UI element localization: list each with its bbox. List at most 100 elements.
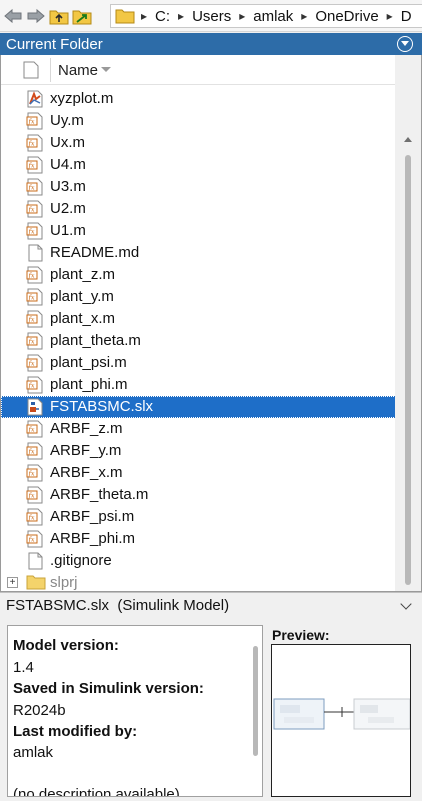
browse-folder-icon[interactable] (72, 6, 92, 26)
breadcrumb-drive[interactable]: C: (149, 8, 176, 25)
file-row[interactable]: fx ARBF_phi.m (1, 528, 396, 550)
file-name: ARBF_phi.m (50, 530, 136, 547)
file-name: FSTABSMC.slx (50, 398, 154, 415)
function-file-icon: fx (26, 530, 44, 548)
file-row[interactable]: .gitignore (1, 550, 396, 572)
function-file-icon: fx (26, 486, 44, 504)
file-name: plant_phi.m (50, 376, 128, 393)
info-scrollbar-thumb[interactable] (253, 646, 258, 756)
svg-text:fx: fx (28, 228, 35, 236)
file-row[interactable]: fx ARBF_x.m (1, 462, 396, 484)
function-file-icon: fx (26, 376, 44, 394)
vertical-scrollbar[interactable] (395, 55, 421, 591)
file-type-column-icon[interactable] (23, 61, 39, 84)
details-header[interactable]: FSTABSMC.slx (Simulink Model) (0, 592, 422, 618)
model-preview-diagram (273, 698, 411, 730)
file-row[interactable]: fx plant_phi.m (1, 374, 396, 396)
folder-row[interactable]: + slprj (1, 572, 396, 591)
file-row[interactable]: fx ARBF_theta.m (1, 484, 396, 506)
sort-caret-icon[interactable] (101, 67, 111, 72)
file-row[interactable]: fx ARBF_psi.m (1, 506, 396, 528)
file-row[interactable]: fx U1.m (1, 220, 396, 242)
file-name: README.md (50, 244, 140, 261)
file-name: ARBF_z.m (50, 420, 123, 437)
function-file-icon: fx (26, 420, 44, 438)
breadcrumb-user[interactable]: amlak (247, 8, 299, 25)
chevron-down-icon[interactable] (400, 598, 412, 610)
breadcrumb-next[interactable]: D (395, 8, 418, 25)
scrollbar-thumb[interactable] (405, 155, 411, 585)
file-name: ARBF_y.m (50, 442, 122, 459)
file-name: xyzplot.m (50, 90, 114, 107)
up-folder-icon[interactable] (49, 6, 69, 26)
scroll-up-icon[interactable] (404, 137, 412, 142)
file-name: Uy.m (50, 112, 84, 129)
file-row[interactable]: xyzplot.m (1, 88, 396, 110)
svg-text:fx: fx (28, 294, 35, 302)
back-arrow-icon[interactable] (3, 6, 23, 26)
panel-actions-icon[interactable] (397, 36, 413, 52)
file-row[interactable]: fx plant_theta.m (1, 330, 396, 352)
file-name: U2.m (50, 200, 86, 217)
file-name: U4.m (50, 156, 86, 173)
function-file-icon: fx (26, 288, 44, 306)
svg-text:fx: fx (28, 272, 35, 280)
file-row[interactable]: fx plant_z.m (1, 264, 396, 286)
file-row[interactable]: fx Uy.m (1, 110, 396, 132)
file-row[interactable]: fx plant_psi.m (1, 352, 396, 374)
column-divider[interactable] (50, 58, 51, 82)
file-row[interactable]: fx Ux.m (1, 132, 396, 154)
file-row[interactable]: fx ARBF_z.m (1, 418, 396, 440)
panel-title: Current Folder (6, 35, 103, 53)
file-name: plant_theta.m (50, 332, 141, 349)
svg-text:fx: fx (28, 470, 35, 478)
file-row[interactable]: fx plant_x.m (1, 308, 396, 330)
svg-text:fx: fx (28, 118, 35, 126)
file-row[interactable]: fx plant_y.m (1, 286, 396, 308)
svg-text:fx: fx (28, 536, 35, 544)
last-modified-label: Last modified by: (13, 723, 138, 740)
breadcrumb-separator: ▸ (301, 9, 308, 23)
file-row[interactable]: fx U4.m (1, 154, 396, 176)
function-file-icon: fx (26, 134, 44, 152)
svg-text:fx: fx (28, 140, 35, 148)
panel-header: Current Folder (0, 33, 422, 55)
folder-icon (26, 574, 46, 591)
file-row[interactable]: README.md (1, 242, 396, 264)
file-row[interactable]: fx U2.m (1, 198, 396, 220)
breadcrumb-separator: ▸ (141, 9, 148, 23)
model-version-label: Model version: (13, 637, 119, 654)
function-file-icon: fx (26, 222, 44, 240)
function-file-icon: fx (26, 112, 44, 130)
breadcrumb-onedrive[interactable]: OneDrive (309, 8, 384, 25)
svg-text:fx: fx (28, 382, 35, 390)
breadcrumb-users[interactable]: Users (186, 8, 237, 25)
svg-text:fx: fx (28, 184, 35, 192)
function-file-icon: fx (26, 508, 44, 526)
forward-arrow-icon[interactable] (26, 6, 46, 26)
function-file-icon: fx (26, 200, 44, 218)
description-text: (no description available) (13, 786, 180, 797)
file-row[interactable]: fx U3.m (1, 176, 396, 198)
details-panel: Model version: 1.4 Saved in Simulink ver… (0, 618, 422, 801)
saved-in-label: Saved in Simulink version: (13, 680, 204, 697)
file-row[interactable]: fx ARBF_y.m (1, 440, 396, 462)
function-file-icon: fx (26, 178, 44, 196)
selected-file-row[interactable]: FSTABSMC.slx (1, 396, 396, 418)
name-column-header[interactable]: Name (58, 62, 98, 79)
svg-text:fx: fx (28, 206, 35, 214)
expand-folder-icon[interactable]: + (7, 577, 18, 588)
navigation-toolbar: ▸ C: ▸ Users ▸ amlak ▸ OneDrive ▸ D (0, 0, 422, 32)
details-title: FSTABSMC.slx (Simulink Model) (6, 597, 230, 614)
svg-text:fx: fx (28, 316, 35, 324)
breadcrumb-separator: ▸ (386, 9, 393, 23)
breadcrumb-separator: ▸ (239, 9, 246, 23)
file-name: ARBF_theta.m (50, 486, 149, 503)
simulink-model-icon (26, 398, 44, 416)
column-header: Name (1, 55, 396, 85)
address-bar[interactable]: ▸ C: ▸ Users ▸ amlak ▸ OneDrive ▸ D (110, 4, 422, 28)
current-folder-browser: ▸ C: ▸ Users ▸ amlak ▸ OneDrive ▸ D Curr… (0, 0, 422, 801)
file-name: slprj (50, 574, 78, 591)
file-name: plant_z.m (50, 266, 116, 283)
file-name: .gitignore (50, 552, 112, 569)
